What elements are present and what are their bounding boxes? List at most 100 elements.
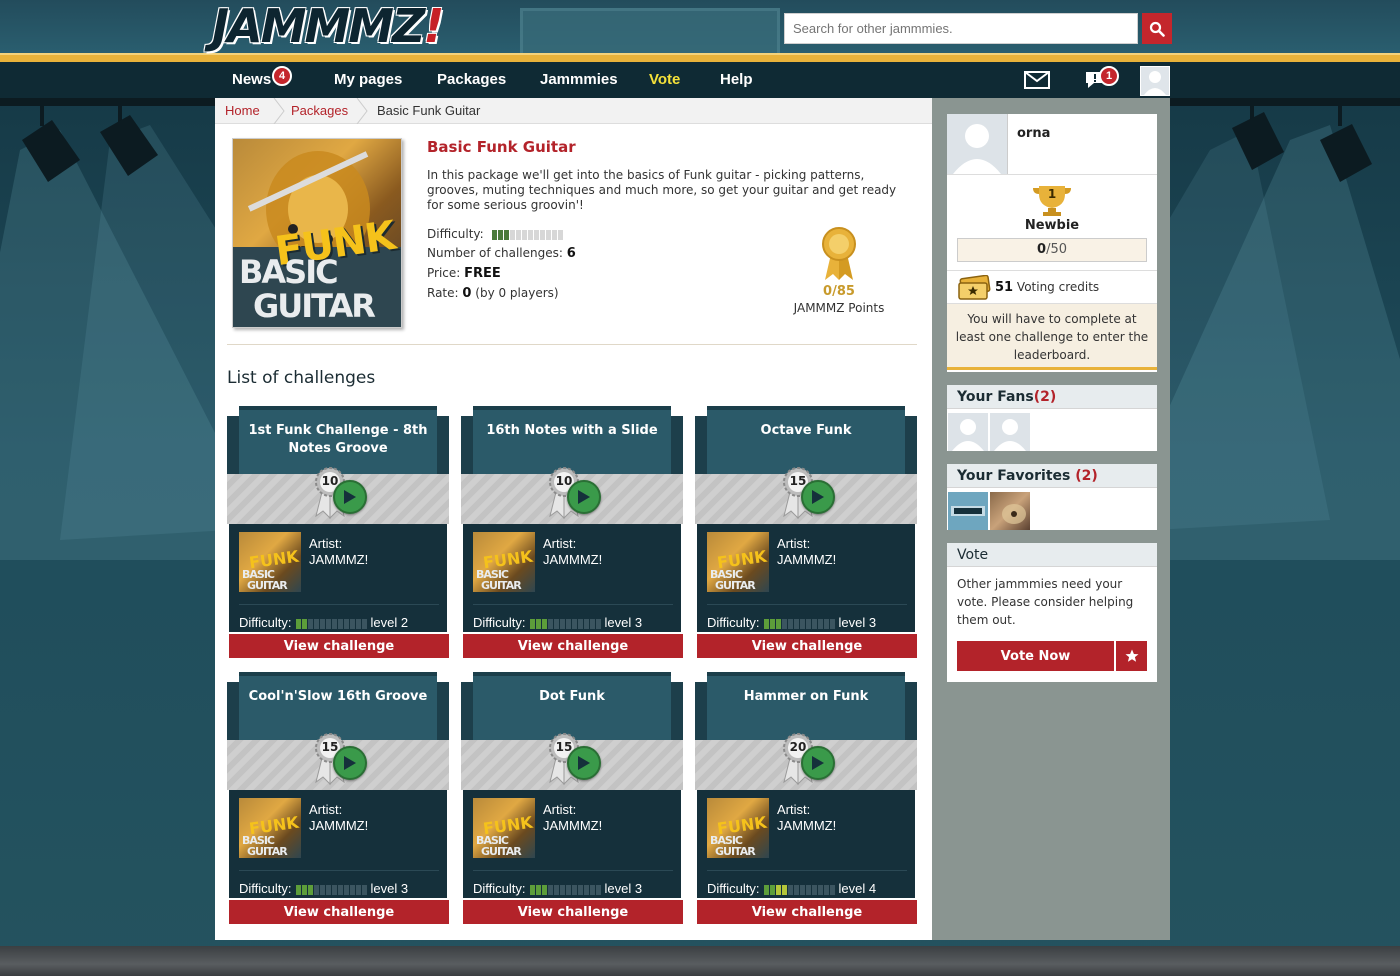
vote-box: Vote Other jammmies need your vote. Plea… (947, 543, 1157, 682)
header-stripe (0, 53, 1400, 62)
jammmz-logo[interactable]: JAMMMZ! (212, 0, 444, 54)
difficulty-meter (529, 884, 601, 895)
nav-jammmies[interactable]: Jammmies (540, 62, 618, 98)
challenge-card: 1st Funk Challenge - 8th Notes Groove 10 F… (227, 406, 449, 659)
play-button[interactable] (801, 746, 835, 780)
nav-my-pages[interactable]: My pages (334, 62, 402, 98)
challenge-title[interactable]: Dot Funk (473, 672, 671, 740)
breadcrumb-separator-icon (273, 98, 285, 124)
view-challenge-button[interactable]: View challenge (463, 900, 683, 924)
artist-name[interactable]: JAMMMZ! (777, 552, 836, 567)
challenge-details: FUNK BASIC GUITAR Artist: JAMMMZ! Difficulty:… (229, 790, 447, 898)
rank-title: Newbie (1024, 218, 1080, 233)
artist-label: Artist: (309, 802, 343, 817)
user-silhouette-icon (1144, 71, 1166, 95)
difficulty-meter (763, 884, 835, 895)
user-silhouette-icon (952, 419, 984, 451)
artist-name[interactable]: JAMMMZ! (777, 818, 836, 833)
challenges-heading: List of challenges (227, 368, 376, 388)
challenge-details: FUNK BASIC GUITAR Artist: JAMMMZ! Difficulty:… (229, 524, 447, 632)
nav-packages[interactable]: Packages (437, 62, 506, 98)
artist-name[interactable]: JAMMMZ! (543, 818, 602, 833)
main-content: Home Packages Basic Funk Guitar FUNK BAS… (215, 98, 932, 940)
challenge-details: FUNK BASIC GUITAR Artist: JAMMMZ! Difficulty:… (463, 790, 681, 898)
challenge-card: Cool'n'Slow 16th Groove 15 FUNK BASIC GUITAR… (227, 672, 449, 925)
view-challenge-button[interactable]: View challenge (697, 634, 917, 658)
difficulty-level: level 4 (838, 881, 877, 896)
fan-avatar[interactable] (990, 413, 1030, 451)
site-header (0, 0, 1400, 56)
user-avatar-button[interactable] (1140, 66, 1170, 96)
challenge-card: Dot Funk 15 FUNK BASIC GUITAR Artist: JAMMMZ! D… (461, 672, 683, 925)
challenge-details: FUNK BASIC GUITAR Artist: JAMMMZ! Difficulty:… (697, 524, 915, 632)
search-input[interactable] (784, 13, 1138, 44)
package-difficulty: Difficulty: (427, 227, 563, 241)
play-button[interactable] (801, 480, 835, 514)
breadcrumb-home[interactable]: Home (225, 98, 260, 124)
messages-button[interactable] (1022, 66, 1052, 94)
play-button[interactable] (567, 480, 601, 514)
rank-progress: 0/50 (957, 238, 1147, 262)
challenge-card: Hammer on Funk 20 FUNK BASIC GUITAR Artist: JA… (695, 672, 917, 925)
fan-avatar[interactable] (948, 413, 988, 451)
package-challenge-count: Number of challenges: 6 (427, 246, 576, 261)
favorites-heading: Your Favorites (2) (947, 464, 1157, 488)
nav-news[interactable]: News (232, 62, 271, 98)
search-button[interactable] (1142, 13, 1172, 44)
view-challenge-button[interactable]: View challenge (229, 900, 449, 924)
artist-name[interactable]: JAMMMZ! (309, 818, 368, 833)
play-icon (578, 490, 590, 504)
divider (227, 344, 917, 345)
package-points: 0/85 (823, 284, 855, 299)
difficulty-meter (529, 618, 601, 629)
challenge-title[interactable]: Hammer on Funk (707, 672, 905, 740)
artist-name[interactable]: JAMMMZ! (543, 552, 602, 567)
fans-box: Your Fans(2) (947, 385, 1157, 451)
play-icon (812, 756, 824, 770)
play-icon (344, 490, 356, 504)
profile-avatar[interactable] (947, 114, 1008, 174)
challenge-thumbnail: FUNK BASIC GUITAR (707, 532, 769, 592)
challenge-thumbnail: FUNK BASIC GUITAR (239, 532, 301, 592)
challenge-title[interactable]: 16th Notes with a Slide (473, 406, 671, 474)
envelope-icon (1024, 71, 1050, 89)
favorite-thumbnail[interactable] (990, 492, 1030, 530)
difficulty-meter (491, 229, 563, 240)
challenge-title[interactable]: Cool'n'Slow 16th Groove (239, 672, 437, 740)
play-icon (812, 490, 824, 504)
vote-favorite-button[interactable] (1116, 641, 1147, 671)
play-icon (344, 756, 356, 770)
favorite-thumbnail[interactable] (948, 492, 988, 530)
view-challenge-button[interactable]: View challenge (697, 900, 917, 924)
voting-credits-row: 51 Voting credits (947, 270, 1157, 304)
difficulty-meter (763, 618, 835, 629)
nav-help[interactable]: Help (720, 62, 753, 98)
view-challenge-button[interactable]: View challenge (229, 634, 449, 658)
nav-vote[interactable]: Vote (649, 62, 680, 98)
challenge-thumbnail: FUNK BASIC GUITAR (473, 532, 535, 592)
view-challenge-button[interactable]: View challenge (463, 634, 683, 658)
jammmz-logo-thumbnail (951, 506, 985, 516)
profile-name[interactable]: orna (1017, 126, 1050, 141)
favorites-box: Your Favorites (2) (947, 464, 1157, 530)
vote-heading: Vote (947, 543, 1157, 567)
play-button[interactable] (567, 746, 601, 780)
breadcrumb-packages[interactable]: Packages (291, 98, 348, 124)
search-icon (1149, 21, 1165, 37)
challenge-title[interactable]: Octave Funk (707, 406, 905, 474)
play-button[interactable] (333, 746, 367, 780)
news-count-badge: 4 (272, 66, 292, 86)
play-button[interactable] (333, 480, 367, 514)
difficulty-level: level 3 (838, 615, 877, 630)
challenge-difficulty: Difficulty: level 3 (707, 604, 907, 630)
notifications-count-badge: 1 (1099, 66, 1119, 86)
challenge-title[interactable]: 1st Funk Challenge - 8th Notes Groove (239, 406, 437, 474)
guitar-photo-thumbnail (1002, 504, 1026, 524)
main-nav: News 4 My pages Packages Jammmies Vote H… (0, 62, 1400, 98)
package-points-label: JAMMMZ Points (793, 301, 885, 315)
artist-name[interactable]: JAMMMZ! (309, 552, 368, 567)
difficulty-level: level 3 (604, 881, 643, 896)
breadcrumb-separator-icon (356, 98, 368, 124)
challenge-difficulty: Difficulty: level 3 (473, 870, 673, 896)
vote-now-button[interactable]: Vote Now (957, 641, 1114, 671)
